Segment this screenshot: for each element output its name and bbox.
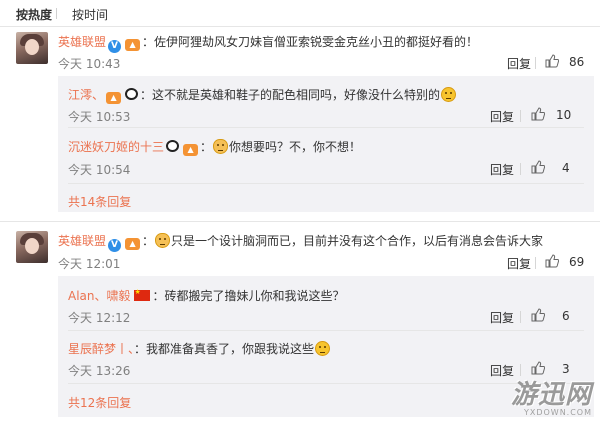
separator: ： <box>142 35 155 49</box>
cat-emoji-icon <box>155 233 171 248</box>
reply-line: 星辰醉梦丨、：我都准备真香了，你跟我说这些 <box>68 340 331 357</box>
action-separator <box>520 163 521 175</box>
comment-divider <box>0 221 600 222</box>
comment-user[interactable]: 英雄联盟 <box>58 234 106 248</box>
cat-emoji-icon <box>213 139 229 154</box>
reply-divider <box>68 183 584 184</box>
reply-button[interactable]: 回复 <box>507 55 531 72</box>
avatar[interactable] <box>16 231 48 263</box>
reply-time: 今天 13:26 <box>68 364 131 378</box>
separator: ： <box>152 289 165 303</box>
comment-time: 今天 10:43 <box>58 57 121 71</box>
reply-time: 今天 10:53 <box>68 110 131 124</box>
comment-user[interactable]: 英雄联盟 <box>58 35 106 49</box>
panda-badge-icon <box>125 88 139 100</box>
like-count: 4 <box>562 161 570 175</box>
thumbs-up-icon[interactable] <box>531 107 545 121</box>
action-separator <box>520 311 521 323</box>
more-replies-link[interactable]: 共12条回复 <box>68 394 131 411</box>
thumbs-up-icon[interactable] <box>545 54 559 68</box>
smug-emoji-icon <box>315 341 331 356</box>
reply-user[interactable]: 沉迷妖刀姬的十三 <box>68 140 164 154</box>
like-count: 6 <box>562 309 570 323</box>
sort-by-time-tab[interactable]: 按时间 <box>72 6 108 23</box>
vip-badge-icon: ▲ <box>125 39 141 51</box>
thumbs-up-icon[interactable] <box>545 254 559 268</box>
site-watermark: 游迅网 YXDOWN.COM <box>498 372 598 422</box>
smile-emoji-icon <box>441 87 457 102</box>
reply-text: 砖都搬完了撸妹儿你和我说这些？ <box>164 289 345 303</box>
separator: ： <box>200 140 213 154</box>
comment-text: 只是一个设计脑洞而已，目前并没有这个合作，以后有消息会告诉大家 <box>171 234 544 248</box>
comment-line: 英雄联盟 V ▲： 只是一个设计脑洞而已，目前并没有这个合作，以后有消息会告诉大家 <box>58 232 543 252</box>
reply-divider <box>68 330 584 331</box>
reply-time: 今天 10:54 <box>68 163 131 177</box>
thumbs-up-icon[interactable] <box>531 160 545 174</box>
like-count: 69 <box>569 255 585 269</box>
reply-text: 你想要吗？不，你不想！ <box>229 140 362 154</box>
reply-line: 沉迷妖刀姬的十三 ▲： 你想要吗？不，你不想！ <box>68 138 361 156</box>
reply-text: 这不就是英雄和鞋子的配色相同吗，好像没什么特别的 <box>152 88 441 102</box>
reply-button[interactable]: 回复 <box>507 255 531 272</box>
more-replies-link[interactable]: 共14条回复 <box>68 193 131 210</box>
reply-line: Alan、啸毅 ：砖都搬完了撸妹儿你和我说这些？ <box>68 287 345 304</box>
thumbs-up-icon[interactable] <box>531 308 545 322</box>
watermark-brand: 游迅网 <box>510 380 592 410</box>
reply-button[interactable]: 回复 <box>490 108 514 125</box>
reply-user[interactable]: Alan、啸毅 <box>68 289 131 303</box>
reply-divider <box>68 127 584 128</box>
panda-badge-icon <box>166 140 180 152</box>
vip-badge-icon: ▲ <box>125 238 141 250</box>
like-count: 86 <box>569 55 585 69</box>
reply-text: 我都准备真香了，你跟我说这些 <box>146 342 315 356</box>
vip-badge-icon: ▲ <box>183 144 199 156</box>
comment-line: 英雄联盟 V ▲ ：佐伊阿狸劫风女刀妹盲僧亚索锐雯金克丝小丑的都挺好看的！ <box>58 33 478 53</box>
avatar[interactable] <box>16 32 48 64</box>
reply-user[interactable]: 星辰醉梦丨、 <box>68 342 134 356</box>
reply-line: 江澪、 ▲ ：这不就是英雄和鞋子的配色相同吗，好像没什么特别的 <box>68 86 457 104</box>
separator: ： <box>140 88 153 102</box>
sort-separator <box>56 8 57 19</box>
comment-time: 今天 12:01 <box>58 257 121 271</box>
action-separator <box>520 110 521 122</box>
separator: ： <box>134 342 147 356</box>
reply-button[interactable]: 回复 <box>490 309 514 326</box>
separator: ： <box>142 234 155 248</box>
vip-badge-icon: ▲ <box>106 92 122 104</box>
comment-text: 佐伊阿狸劫风女刀妹盲僧亚索锐雯金克丝小丑的都挺好看的！ <box>154 35 479 49</box>
sort-by-hot-tab[interactable]: 按热度 <box>16 6 52 23</box>
verified-v-icon: V <box>108 239 122 252</box>
reply-button[interactable]: 回复 <box>490 161 514 178</box>
sort-bar: 按热度 按时间 <box>0 0 600 27</box>
like-count: 10 <box>556 108 572 122</box>
china-flag-icon <box>133 288 150 301</box>
verified-v-icon: V <box>108 40 122 53</box>
action-separator <box>535 257 536 269</box>
watermark-domain: YXDOWN.COM <box>523 408 592 417</box>
action-separator <box>535 57 536 69</box>
reply-time: 今天 12:12 <box>68 311 131 325</box>
reply-user[interactable]: 江澪、 <box>68 88 104 102</box>
